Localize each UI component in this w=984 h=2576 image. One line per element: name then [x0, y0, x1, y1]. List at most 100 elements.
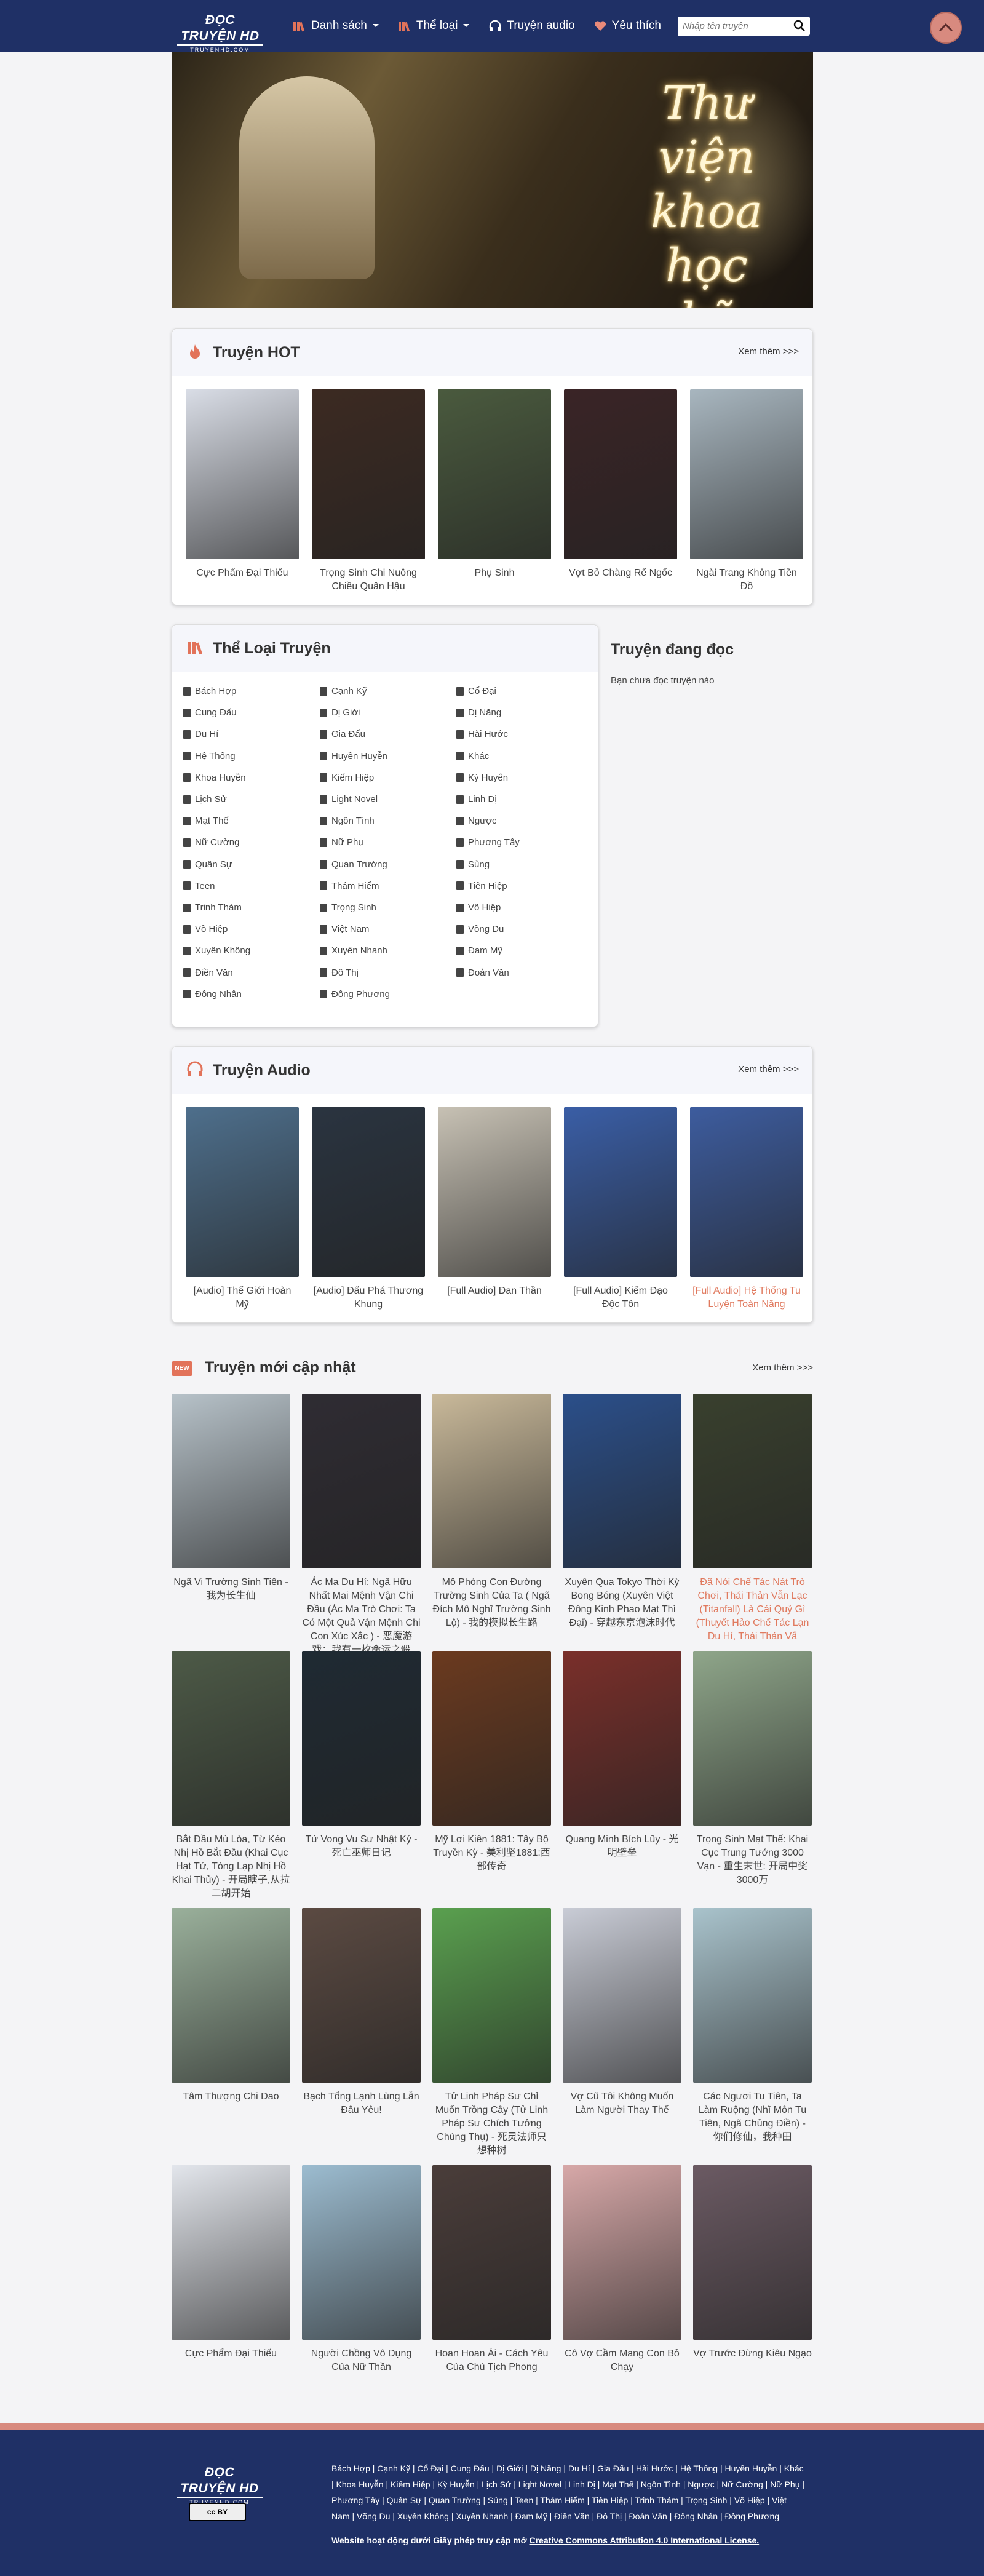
book-cover[interactable]	[438, 1107, 551, 1277]
book-title[interactable]: Ác Ma Du Hí: Ngã Hữu Nhất Mai Mệnh Vận C…	[302, 1576, 421, 1657]
book-cover[interactable]	[302, 2165, 421, 2340]
nav-yeu-thich[interactable]: Yêu thích	[593, 19, 661, 33]
genre-link[interactable]: Lịch Sử	[183, 794, 227, 805]
book-cover[interactable]	[564, 389, 677, 559]
genre-link[interactable]: Võ Hiệp	[183, 924, 228, 934]
genre-link[interactable]: Khoa Huyễn	[183, 773, 246, 783]
genre-link[interactable]: Võ Hiệp	[456, 902, 501, 913]
book-cover[interactable]	[302, 1651, 421, 1826]
genre-link[interactable]: Xuyên Nhanh	[320, 945, 387, 956]
book-title[interactable]: Bạch Tổng Lạnh Lùng Lẫn Đâu Yêu!	[302, 2090, 421, 2117]
book-title[interactable]: Vợ Cũ Tôi Không Muốn Làm Người Thay Thế	[563, 2090, 681, 2117]
genre-link[interactable]: Đam Mỹ	[456, 945, 502, 956]
nav-the-loai[interactable]: Thể loại	[398, 19, 470, 33]
book-cover[interactable]	[438, 389, 551, 559]
book-title[interactable]: Vợ Trước Đừng Kiêu Ngạo	[693, 2347, 812, 2361]
book-title[interactable]: Các Ngươi Tu Tiên, Ta Làm Ruộng (Nhĩ Môn…	[693, 2090, 812, 2144]
book-title[interactable]: Tử Vong Vu Sư Nhật Ký - 死亡巫师日记	[302, 1833, 421, 1860]
book-title[interactable]: [Full Audio] Hệ Thống Tu Luyện Toàn Năng	[690, 1284, 803, 1311]
book-card[interactable]: Cực Phẩm Đại Thiếu	[172, 2165, 290, 2361]
book-cover[interactable]	[302, 1394, 421, 1568]
genre-link[interactable]: Dị Năng	[456, 707, 501, 718]
book-card[interactable]: Bạch Tổng Lạnh Lùng Lẫn Đâu Yêu!	[302, 1908, 421, 2117]
book-card[interactable]: [Full Audio] Hệ Thống Tu Luyện Toàn Năng	[690, 1107, 803, 1311]
nav-truyen-audio[interactable]: Truyện audio	[488, 19, 575, 33]
book-card[interactable]: Ngài Trang Không Tiền Đồ	[690, 389, 803, 594]
book-card[interactable]: Bắt Đầu Mù Lòa, Từ Kéo Nhị Hồ Bắt Đầu (K…	[172, 1651, 290, 1901]
genre-link[interactable]: Phương Tây	[456, 837, 520, 848]
genre-link[interactable]: Mạt Thế	[183, 816, 229, 826]
book-title[interactable]: Người Chồng Vô Dụng Của Nữ Thần	[302, 2347, 421, 2374]
genre-link[interactable]: Cung Đấu	[183, 707, 237, 718]
book-cover[interactable]	[690, 389, 803, 559]
genre-link[interactable]: Hệ Thống	[183, 751, 236, 761]
cc-license-badge[interactable]: cc BY	[189, 2503, 246, 2521]
book-cover[interactable]	[563, 1394, 681, 1568]
book-card[interactable]: Đã Nói Chế Tác Nát Trò Chơi, Thái Thản V…	[693, 1394, 812, 1644]
footer-logo[interactable]: ĐỌC TRUYỆN HD TRUYENHD.COM	[177, 2465, 263, 2505]
book-title[interactable]: Ngài Trang Không Tiền Đồ	[690, 566, 803, 594]
theme-toggle-button[interactable]	[930, 12, 962, 44]
genre-link[interactable]: Bách Hợp	[183, 686, 236, 696]
genre-link[interactable]: Quân Sự	[183, 859, 232, 870]
book-cover[interactable]	[312, 389, 425, 559]
hero-banner[interactable]: Thư viện khoa học kỹ thuật	[172, 52, 813, 308]
book-title[interactable]: Đã Nói Chế Tác Nát Trò Chơi, Thái Thản V…	[693, 1576, 812, 1644]
genre-link[interactable]: Kỳ Huyễn	[456, 773, 508, 783]
book-cover[interactable]	[432, 2165, 551, 2340]
genre-link[interactable]: Xuyên Không	[183, 945, 250, 956]
book-card[interactable]: Ác Ma Du Hí: Ngã Hữu Nhất Mai Mệnh Vận C…	[302, 1394, 421, 1657]
book-card[interactable]: Phụ Sinh	[438, 389, 551, 580]
book-title[interactable]: Cực Phẩm Đại Thiếu	[172, 2347, 290, 2361]
book-cover[interactable]	[563, 2165, 681, 2340]
genre-link[interactable]: Cạnh Kỹ	[320, 686, 367, 696]
book-card[interactable]: Ngã Vi Trường Sinh Tiên - 我为长生仙	[172, 1394, 290, 1603]
book-card[interactable]: Người Chồng Vô Dụng Của Nữ Thần	[302, 2165, 421, 2374]
book-cover[interactable]	[186, 389, 299, 559]
license-link[interactable]: Creative Commons Attribution 4.0 Interna…	[530, 2535, 760, 2545]
book-title[interactable]: Tâm Thượng Chi Dao	[172, 2090, 290, 2104]
book-cover[interactable]	[693, 2165, 812, 2340]
book-card[interactable]: Mô Phỏng Con Đường Trường Sinh Của Ta ( …	[432, 1394, 551, 1630]
book-cover[interactable]	[312, 1107, 425, 1277]
genre-link[interactable]: Khác	[456, 751, 489, 761]
book-cover[interactable]	[186, 1107, 299, 1277]
book-cover[interactable]	[432, 1651, 551, 1826]
book-card[interactable]: Tử Vong Vu Sư Nhật Ký - 死亡巫师日记	[302, 1651, 421, 1860]
book-cover[interactable]	[172, 1908, 290, 2083]
genre-link[interactable]: Trinh Thám	[183, 902, 242, 913]
book-card[interactable]: Cực Phẩm Đại Thiếu	[186, 389, 299, 580]
genre-link[interactable]: Đông Phương	[320, 989, 390, 1000]
genre-link[interactable]: Ngược	[456, 816, 497, 826]
genre-link[interactable]: Cổ Đại	[456, 686, 496, 696]
book-cover[interactable]	[564, 1107, 677, 1277]
genre-link[interactable]: Linh Dị	[456, 794, 497, 805]
book-card[interactable]: Trọng Sinh Chi Nuông Chiều Quân Hậu	[312, 389, 425, 594]
genre-link[interactable]: Tiên Hiệp	[456, 881, 507, 891]
book-title[interactable]: [Full Audio] Đan Thần	[438, 1284, 551, 1298]
genre-link[interactable]: Dị Giới	[320, 707, 360, 718]
book-card[interactable]: Cô Vợ Cầm Mang Con Bỏ Chạy	[563, 2165, 681, 2374]
genre-link[interactable]: Điền Văn	[183, 968, 233, 978]
book-title[interactable]: Mô Phỏng Con Đường Trường Sinh Của Ta ( …	[432, 1576, 551, 1630]
book-card[interactable]: [Audio] Thế Giới Hoàn Mỹ	[186, 1107, 299, 1311]
genre-link[interactable]: Việt Nam	[320, 924, 369, 934]
book-title[interactable]: Cực Phẩm Đại Thiếu	[186, 566, 299, 580]
book-title[interactable]: Trọng Sinh Mạt Thế: Khai Cục Trung Tướng…	[693, 1833, 812, 1887]
book-cover[interactable]	[693, 1908, 812, 2083]
genre-link[interactable]: Võng Du	[456, 924, 504, 934]
footer-genre-links[interactable]: Bách Hợp | Cạnh Kỹ | Cổ Đại | Cung Đấu |…	[331, 2460, 805, 2524]
genre-link[interactable]: Đô Thị	[320, 968, 359, 978]
view-more-link[interactable]: Xem thêm >>>	[738, 346, 799, 357]
book-card[interactable]: Mỹ Lợi Kiên 1881: Tây Bộ Truyền Kỳ - 美利坚…	[432, 1651, 551, 1874]
genre-link[interactable]: Huyền Huyễn	[320, 751, 387, 761]
book-cover[interactable]	[172, 1394, 290, 1568]
genre-link[interactable]: Thám Hiểm	[320, 881, 379, 891]
book-card[interactable]: Vợ Cũ Tôi Không Muốn Làm Người Thay Thế	[563, 1908, 681, 2117]
genre-link[interactable]: Nữ Phụ	[320, 837, 363, 848]
book-title[interactable]: Bắt Đầu Mù Lòa, Từ Kéo Nhị Hồ Bắt Đầu (K…	[172, 1833, 290, 1901]
book-card[interactable]: Hoan Hoan Ái - Cách Yêu Của Chủ Tịch Pho…	[432, 2165, 551, 2374]
book-cover[interactable]	[432, 1908, 551, 2083]
view-more-link[interactable]: Xem thêm >>>	[738, 1064, 799, 1075]
book-cover[interactable]	[172, 2165, 290, 2340]
